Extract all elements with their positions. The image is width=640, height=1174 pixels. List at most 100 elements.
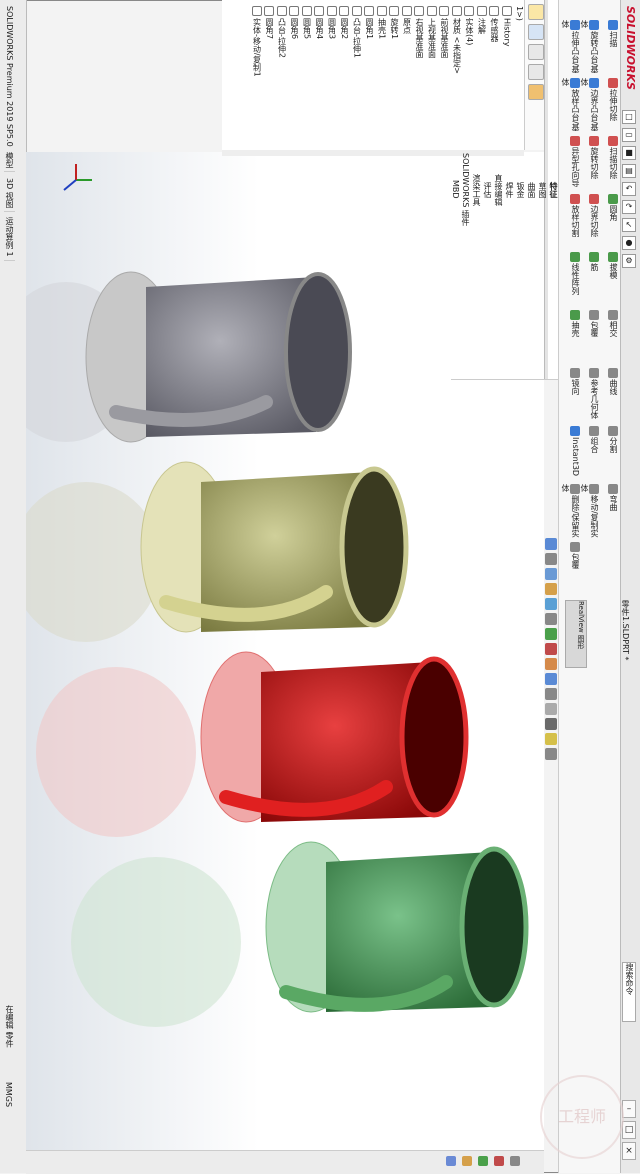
ribbon-button[interactable]: 删除/保留实体	[561, 484, 580, 538]
maximize-button[interactable]: □	[622, 1121, 636, 1139]
ribbon-button[interactable]: 曲线	[601, 368, 618, 422]
orientation-triad-icon[interactable]	[56, 160, 96, 200]
undo-icon[interactable]: ↶	[622, 182, 636, 196]
redo-icon[interactable]: ↷	[622, 200, 636, 214]
ribbon-button[interactable]: 移动/复制实体	[580, 484, 599, 538]
tree-item[interactable]: 圆角1	[364, 6, 374, 39]
rebuild-icon[interactable]: ●	[622, 236, 636, 250]
command-tab[interactable]: 焊件	[504, 0, 515, 380]
command-tab[interactable]: MBD	[451, 0, 460, 380]
view-tool-icon[interactable]	[545, 658, 557, 670]
tree-item[interactable]: 圆角5	[301, 6, 312, 39]
view-tool-icon[interactable]	[545, 673, 557, 685]
command-tab[interactable]: 钣金	[515, 0, 526, 380]
ribbon-button[interactable]: 包覆	[582, 310, 599, 364]
ribbon-button[interactable]: 组合	[582, 426, 599, 480]
ribbon-button[interactable]: 旋转切除	[582, 136, 599, 190]
ribbon-button[interactable]: 圆角	[601, 194, 618, 248]
view-tool-icon[interactable]	[545, 688, 557, 700]
view-tool-icon[interactable]	[545, 553, 557, 565]
ribbon-button[interactable]: 旋转凸台/基体	[580, 20, 599, 74]
view-tool-icon[interactable]	[545, 733, 557, 745]
ribbon-button-label: 拔模	[609, 263, 618, 279]
ribbon-button[interactable]: 线性阵列	[563, 252, 580, 306]
ribbon-button[interactable]: 扫描切除	[601, 136, 618, 190]
tree-item[interactable]: 凸台-拉伸2	[276, 6, 287, 58]
ribbon-button[interactable]: 弯曲	[601, 484, 618, 538]
view-settings-icon[interactable]	[510, 1156, 520, 1166]
command-tab[interactable]: 曲面	[526, 0, 537, 380]
ribbon-button[interactable]: 相交	[601, 310, 618, 364]
tree-item[interactable]: 圆角3	[326, 6, 337, 39]
ribbon-button[interactable]: 边界切除	[582, 194, 599, 248]
ribbon-button[interactable]: 拉伸切除	[601, 78, 618, 132]
tab-model[interactable]: 模型	[4, 149, 15, 173]
view-tool-icon[interactable]	[545, 718, 557, 730]
view-tool-icon[interactable]	[545, 538, 557, 550]
search-commands-input[interactable]: 搜索命令	[622, 962, 636, 1022]
mug-gray[interactable]	[85, 271, 352, 443]
tree-item[interactable]: 前视基准面	[439, 6, 449, 58]
ribbon-button-icon	[608, 484, 618, 494]
ribbon-button[interactable]: 镜向	[563, 368, 580, 422]
tree-item[interactable]: 圆角7	[264, 6, 274, 39]
view-tool-icon[interactable]	[545, 613, 557, 625]
ribbon-button[interactable]: 边界凸台/基体	[580, 78, 599, 132]
mug-red[interactable]	[200, 651, 469, 823]
print-icon[interactable]: ▤	[622, 164, 636, 178]
ribbon-button[interactable]: 扫描	[601, 20, 618, 74]
options-icon[interactable]: ⚙	[622, 254, 636, 268]
tree-item[interactable]: 圆角4	[314, 6, 324, 39]
viewport-bottom-toolbar	[26, 1150, 544, 1174]
ribbon-button[interactable]: 拔模	[601, 252, 618, 306]
command-tab[interactable]: 直接编辑	[493, 0, 504, 380]
command-tab[interactable]: 评估	[482, 0, 493, 380]
ribbon-button[interactable]: 筋	[582, 252, 599, 306]
view-tool-icon[interactable]	[545, 628, 557, 640]
ribbon-button[interactable]: 异型孔向导	[563, 136, 580, 190]
mug-olive[interactable]	[140, 461, 409, 633]
tree-item[interactable]: 圆角6	[289, 6, 299, 39]
ribbon-button[interactable]: 拉伸凸台/基体	[561, 20, 580, 74]
minimize-button[interactable]: –	[622, 1100, 636, 1118]
view-tool-icon[interactable]	[545, 748, 557, 760]
command-tab[interactable]: 渲染工具	[471, 0, 482, 380]
view-tool-icon[interactable]	[545, 583, 557, 595]
new-icon[interactable]: □	[622, 110, 636, 124]
view-tool-icon[interactable]	[545, 643, 557, 655]
realview-button[interactable]: RealView 图形	[565, 600, 587, 668]
tree-item[interactable]: 凸台-拉伸1	[351, 6, 362, 58]
ribbon-button[interactable]: Instant3D	[563, 426, 580, 480]
tree-item[interactable]: 实体-移动/复制1	[251, 6, 262, 77]
view-orientation-icon[interactable]	[446, 1156, 456, 1166]
close-button[interactable]: ×	[622, 1142, 636, 1160]
ribbon-button[interactable]: 包覆	[563, 542, 580, 596]
command-tab[interactable]: SOLIDWORKS 插件	[460, 0, 471, 380]
scene-icon[interactable]	[494, 1156, 504, 1166]
tree-item[interactable]: 右视基准面	[414, 6, 424, 58]
view-tool-icon[interactable]	[545, 568, 557, 580]
select-icon[interactable]: ↖	[622, 218, 636, 232]
ribbon-button[interactable]: 参考几何体	[582, 368, 599, 422]
command-tab[interactable]: 草图	[537, 0, 548, 380]
mug-green[interactable]	[265, 841, 529, 1013]
tree-item[interactable]: 旋转1	[389, 6, 399, 39]
tab-3d-view[interactable]: 3D 视图	[4, 175, 15, 212]
tree-item-icon	[276, 6, 287, 16]
ribbon-button[interactable]: 放样凸台/基体	[561, 78, 580, 132]
appearance-icon[interactable]	[478, 1156, 488, 1166]
ribbon-button[interactable]: 分割	[601, 426, 618, 480]
tab-motion-study[interactable]: 运动算例 1	[4, 214, 15, 261]
save-icon[interactable]: ■	[622, 146, 636, 160]
tree-item[interactable]: 原点	[401, 6, 412, 34]
tree-item[interactable]: 上视基准面	[426, 6, 437, 58]
ribbon-button[interactable]: 抽壳	[563, 310, 580, 364]
display-style-icon[interactable]	[462, 1156, 472, 1166]
units-indicator[interactable]: MMGS	[4, 1082, 13, 1107]
tree-item[interactable]: 抽壳1	[376, 6, 387, 39]
ribbon-button[interactable]: 放样切割	[563, 194, 580, 248]
view-tool-icon[interactable]	[545, 598, 557, 610]
view-tool-icon[interactable]	[545, 703, 557, 715]
open-icon[interactable]: ▭	[622, 128, 636, 142]
tree-item[interactable]: 圆角2	[339, 6, 349, 39]
